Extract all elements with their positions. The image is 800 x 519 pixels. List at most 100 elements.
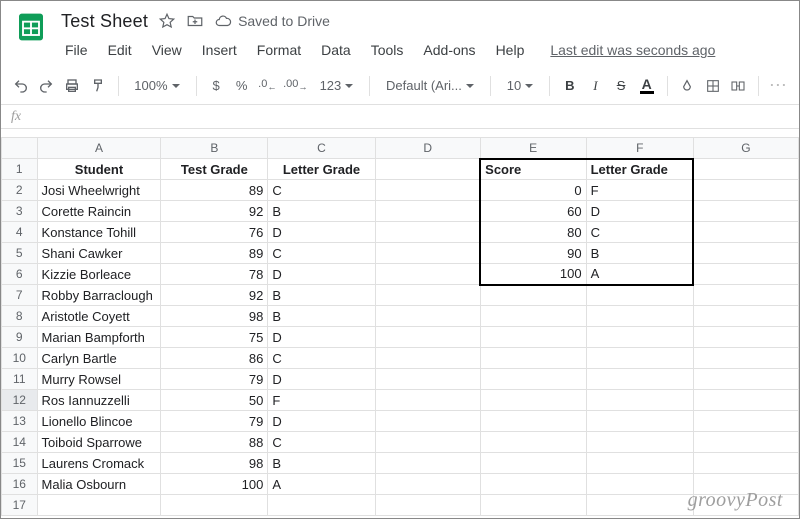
cell[interactable] bbox=[375, 495, 480, 516]
cell[interactable] bbox=[586, 411, 693, 432]
text-color-button[interactable]: A bbox=[637, 73, 657, 99]
cell[interactable]: Test Grade bbox=[161, 159, 268, 180]
bold-button[interactable]: B bbox=[560, 73, 580, 99]
cell[interactable]: Letter Grade bbox=[586, 159, 693, 180]
cell[interactable]: Konstance Tohill bbox=[37, 222, 161, 243]
cell[interactable] bbox=[375, 474, 480, 495]
cell[interactable] bbox=[693, 264, 798, 285]
menu-edit[interactable]: Edit bbox=[104, 40, 136, 60]
currency-format-button[interactable]: $ bbox=[206, 73, 226, 99]
cell[interactable] bbox=[480, 306, 586, 327]
cell[interactable] bbox=[693, 243, 798, 264]
col-header[interactable]: B bbox=[161, 138, 268, 159]
cell[interactable]: 89 bbox=[161, 180, 268, 201]
cell[interactable]: Murry Rowsel bbox=[37, 369, 161, 390]
cell[interactable]: 50 bbox=[161, 390, 268, 411]
undo-button[interactable] bbox=[11, 73, 31, 99]
cell[interactable] bbox=[693, 285, 798, 306]
cell[interactable] bbox=[480, 411, 586, 432]
cell[interactable]: 79 bbox=[161, 369, 268, 390]
col-header[interactable]: F bbox=[586, 138, 693, 159]
cell[interactable]: D bbox=[268, 222, 375, 243]
cell[interactable] bbox=[375, 222, 480, 243]
cell[interactable]: 79 bbox=[161, 411, 268, 432]
cell[interactable]: Corette Raincin bbox=[37, 201, 161, 222]
col-header[interactable]: C bbox=[268, 138, 375, 159]
zoom-select[interactable]: 100% bbox=[128, 73, 185, 99]
cell[interactable]: B bbox=[268, 201, 375, 222]
cell[interactable]: 75 bbox=[161, 327, 268, 348]
cell[interactable] bbox=[586, 474, 693, 495]
cell[interactable] bbox=[480, 327, 586, 348]
cell[interactable]: Shani Cawker bbox=[37, 243, 161, 264]
cell[interactable] bbox=[480, 348, 586, 369]
cell[interactable]: Aristotle Coyett bbox=[37, 306, 161, 327]
cell[interactable] bbox=[586, 348, 693, 369]
cell[interactable]: A bbox=[586, 264, 693, 285]
decrease-decimal-button[interactable]: .0← bbox=[258, 73, 278, 99]
cell[interactable] bbox=[693, 474, 798, 495]
menu-view[interactable]: View bbox=[148, 40, 186, 60]
font-size-select[interactable]: 10 bbox=[501, 73, 539, 99]
row-header[interactable]: 13 bbox=[2, 411, 38, 432]
row-header[interactable]: 12 bbox=[2, 390, 38, 411]
cell[interactable]: Toiboid Sparrowe bbox=[37, 432, 161, 453]
cell[interactable] bbox=[586, 495, 693, 516]
menu-tools[interactable]: Tools bbox=[367, 40, 408, 60]
cell[interactable] bbox=[693, 390, 798, 411]
cell[interactable] bbox=[586, 390, 693, 411]
cell[interactable] bbox=[693, 180, 798, 201]
cell[interactable]: F bbox=[586, 180, 693, 201]
cell[interactable] bbox=[161, 495, 268, 516]
row-header[interactable]: 8 bbox=[2, 306, 38, 327]
font-family-select[interactable]: Default (Ari... bbox=[380, 73, 480, 99]
col-header[interactable]: E bbox=[480, 138, 586, 159]
cell[interactable] bbox=[480, 432, 586, 453]
menu-help[interactable]: Help bbox=[492, 40, 529, 60]
row-header[interactable]: 4 bbox=[2, 222, 38, 243]
cell[interactable] bbox=[375, 285, 480, 306]
number-format-select[interactable]: 123 bbox=[314, 73, 360, 99]
cell[interactable] bbox=[693, 495, 798, 516]
cell[interactable] bbox=[375, 159, 480, 180]
cell[interactable] bbox=[586, 369, 693, 390]
redo-button[interactable] bbox=[37, 73, 57, 99]
cell[interactable] bbox=[480, 453, 586, 474]
row-header[interactable]: 9 bbox=[2, 327, 38, 348]
cell[interactable] bbox=[480, 285, 586, 306]
cell[interactable] bbox=[586, 432, 693, 453]
cell[interactable] bbox=[586, 327, 693, 348]
cell[interactable]: Lionello Blincoe bbox=[37, 411, 161, 432]
cell[interactable]: 78 bbox=[161, 264, 268, 285]
cell[interactable] bbox=[268, 495, 375, 516]
cell[interactable]: D bbox=[586, 201, 693, 222]
row-header[interactable]: 2 bbox=[2, 180, 38, 201]
cell[interactable]: A bbox=[268, 474, 375, 495]
cell[interactable] bbox=[693, 306, 798, 327]
cell[interactable]: 86 bbox=[161, 348, 268, 369]
row-header[interactable]: 6 bbox=[2, 264, 38, 285]
cell[interactable] bbox=[586, 453, 693, 474]
doc-title[interactable]: Test Sheet bbox=[61, 11, 148, 32]
cell[interactable] bbox=[586, 306, 693, 327]
cell[interactable] bbox=[693, 222, 798, 243]
cell[interactable] bbox=[693, 411, 798, 432]
cell[interactable] bbox=[480, 369, 586, 390]
row-header[interactable]: 15 bbox=[2, 453, 38, 474]
row-header[interactable]: 14 bbox=[2, 432, 38, 453]
menu-data[interactable]: Data bbox=[317, 40, 355, 60]
cell[interactable]: Marian Bampforth bbox=[37, 327, 161, 348]
cell[interactable]: Laurens Cromack bbox=[37, 453, 161, 474]
menu-insert[interactable]: Insert bbox=[198, 40, 241, 60]
row-header[interactable]: 3 bbox=[2, 201, 38, 222]
col-header[interactable]: D bbox=[375, 138, 480, 159]
cell[interactable]: 76 bbox=[161, 222, 268, 243]
row-header[interactable]: 11 bbox=[2, 369, 38, 390]
cell[interactable]: Letter Grade bbox=[268, 159, 375, 180]
merge-cells-button[interactable] bbox=[729, 73, 749, 99]
cell[interactable]: Ros Iannuzzelli bbox=[37, 390, 161, 411]
select-all-corner[interactable] bbox=[2, 138, 38, 159]
row-header[interactable]: 10 bbox=[2, 348, 38, 369]
cell[interactable]: D bbox=[268, 411, 375, 432]
cell[interactable] bbox=[375, 327, 480, 348]
